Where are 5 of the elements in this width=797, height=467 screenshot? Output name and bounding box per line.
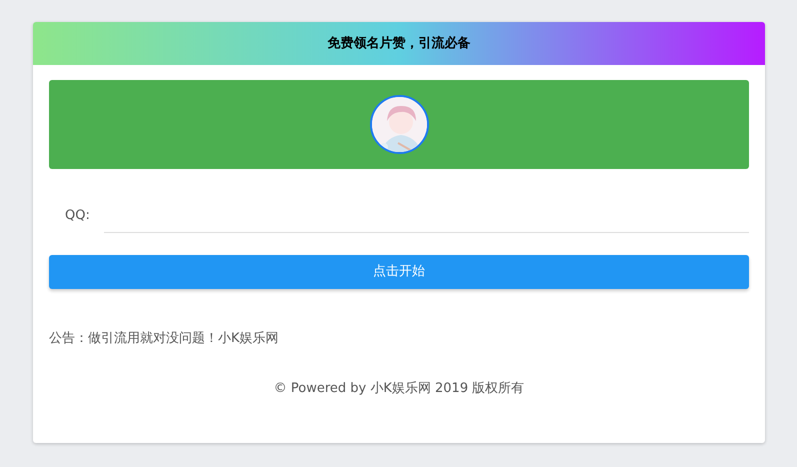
field-label: QQ: [65, 207, 90, 226]
notice-text: 公告：做引流用就对没问题！小K娱乐网 [49, 331, 279, 346]
page-title: 免费领名片赞，引流必备 [328, 34, 470, 53]
start-button[interactable]: 点击开始 [49, 255, 749, 289]
footer-text: © Powered by 小K娱乐网 2019 版权所有 [274, 380, 524, 396]
